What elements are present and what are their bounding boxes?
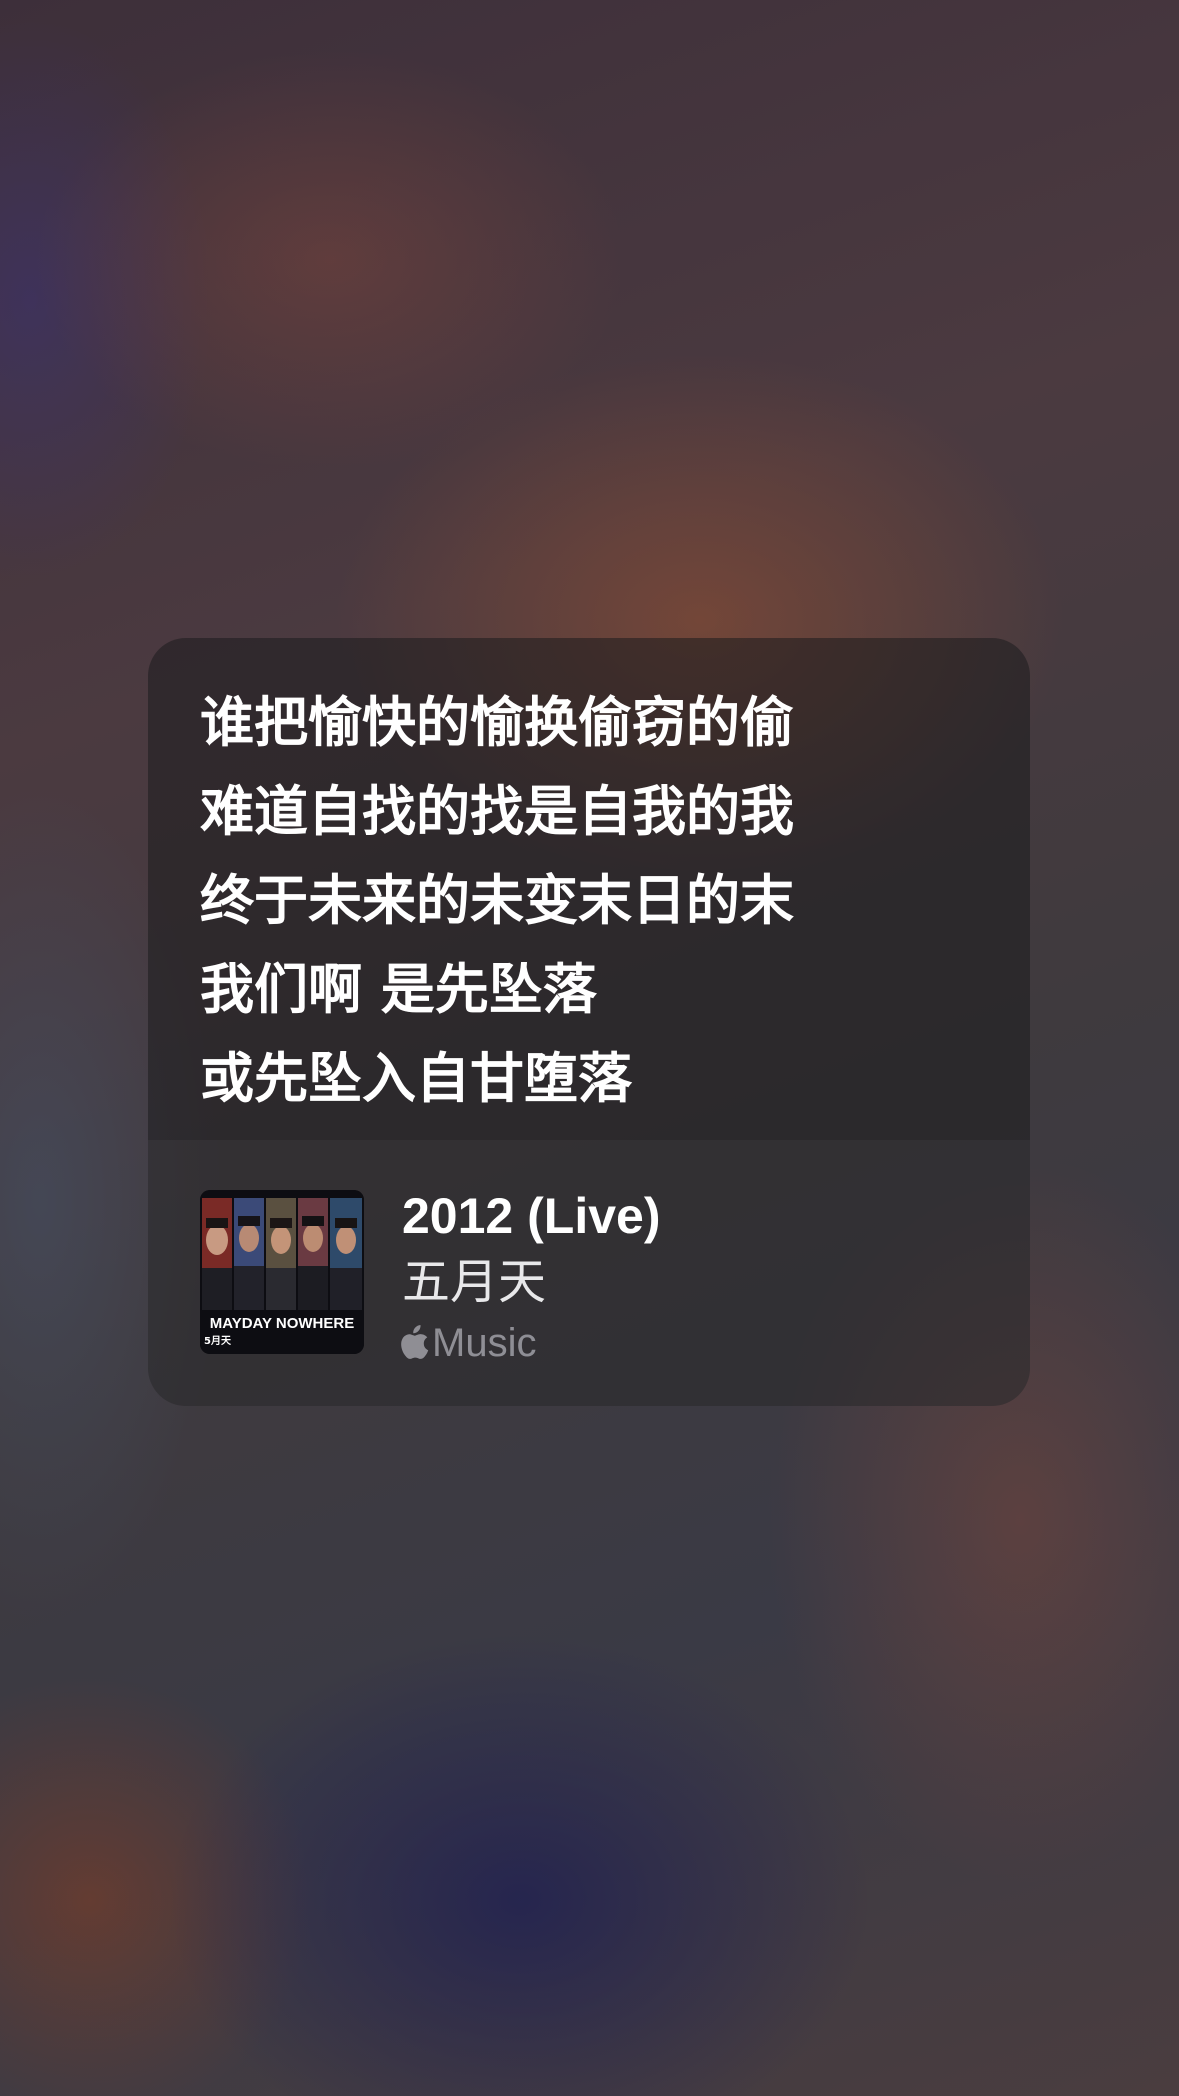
now-playing-footer[interactable]: MAYDAY NOWHERE 5月天 2012 (Live) 五月天 Music xyxy=(148,1140,1030,1406)
artwork-caption: MAYDAY NOWHERE xyxy=(210,1315,354,1332)
lyrics-block: 谁把愉快的愉换偷窃的偷 难道自找的找是自我的我 终于未来的未变末日的末 我们啊 … xyxy=(200,678,980,1123)
artist-name: 五月天 xyxy=(402,1254,547,1310)
apple-music-badge: Music xyxy=(400,1318,536,1368)
lyric-line: 谁把愉快的愉换偷窃的偷 xyxy=(200,691,794,754)
lyric-line: 终于未来的未变末日的末 xyxy=(200,869,794,932)
song-title: 2012 (Live) xyxy=(402,1188,661,1244)
album-artwork[interactable]: MAYDAY NOWHERE 5月天 xyxy=(200,1190,364,1354)
lyric-line: 我们啊 是先坠落 xyxy=(200,958,597,1021)
lyrics-share-card[interactable]: 谁把愉快的愉换偷窃的偷 难道自找的找是自我的我 终于未来的未变末日的末 我们啊 … xyxy=(148,638,1030,1406)
artwork-sub-caption: 5月天 xyxy=(204,1335,232,1347)
lyric-line: 难道自找的找是自我的我 xyxy=(200,780,794,843)
apple-logo-icon xyxy=(401,1325,429,1359)
source-label: Music xyxy=(432,1320,537,1365)
lyric-line: 或先坠入自甘堕落 xyxy=(200,1047,632,1110)
